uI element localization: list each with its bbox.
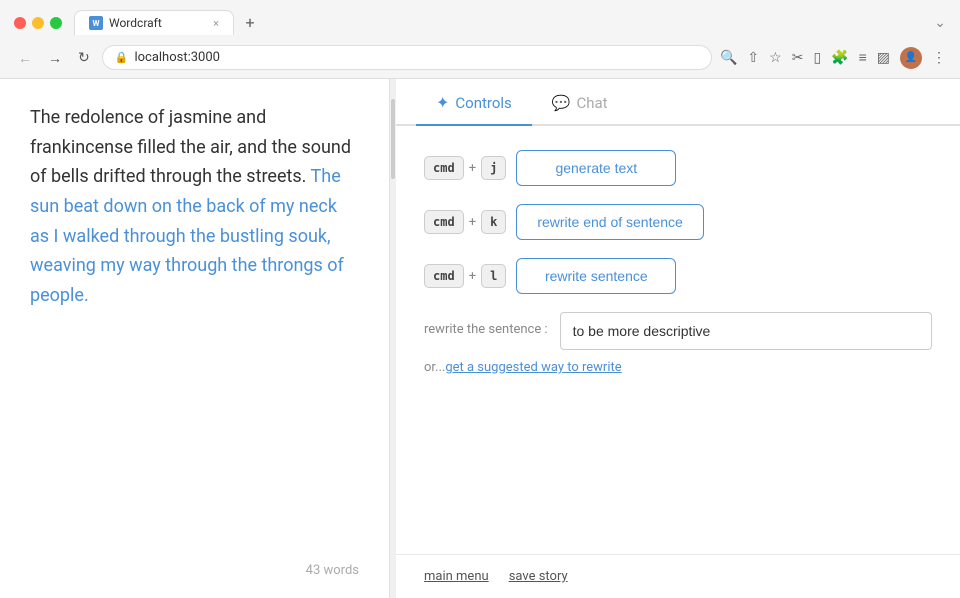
controls-body: cmd + j generate text cmd + k rewrite en… [396, 126, 960, 554]
extensions-icon[interactable]: 🧩 [831, 50, 848, 66]
nav-bar: ← → ↻ 🔒 localhost:3000 🔍 ⇧ ☆ ✂ ▯ 🧩 ≡ ▨ 👤… [0, 41, 960, 78]
main-menu-link[interactable]: main menu [424, 569, 489, 584]
window-controls: ⌄ [934, 15, 946, 31]
word-count: 43 words [30, 563, 359, 578]
generate-text-button[interactable]: generate text [516, 150, 676, 186]
close-button[interactable] [14, 17, 26, 29]
shortcut-rewrite: cmd + l [424, 264, 506, 288]
forward-button[interactable]: → [44, 48, 66, 68]
traffic-lights [14, 17, 62, 29]
tab-title: Wordcraft [109, 16, 162, 30]
suggested-prefix: or... [424, 360, 445, 375]
maximize-button[interactable] [50, 17, 62, 29]
shortcut-rewrite-end: cmd + k [424, 210, 506, 234]
command-row-rewrite-end: cmd + k rewrite end of sentence [424, 204, 932, 240]
lock-icon: 🔒 [115, 51, 129, 64]
save-story-link[interactable]: save story [509, 569, 568, 584]
address-bar[interactable]: 🔒 localhost:3000 [102, 45, 712, 70]
command-row-generate: cmd + j generate text [424, 150, 932, 186]
sidebar-icon[interactable]: ▨ [877, 50, 890, 66]
browser-icons: 🔍 ⇧ ☆ ✂ ▯ 🧩 ≡ ▨ 👤 ⋮ [720, 47, 946, 69]
sparkle-icon: ✦ [436, 93, 449, 112]
new-tab-button[interactable]: + [238, 11, 262, 35]
shortcut-generate: cmd + j [424, 156, 506, 180]
reading-list-icon[interactable]: ≡ [859, 49, 867, 66]
editor-text-normal: The redolence of jasmine and frankincens… [30, 107, 351, 187]
tab-bar: W Wordcraft × + [74, 10, 926, 35]
address-text: localhost:3000 [134, 50, 220, 65]
more-options-button[interactable]: ⋮ [932, 50, 946, 66]
editor-text[interactable]: The redolence of jasmine and frankincens… [30, 103, 359, 551]
refresh-button[interactable]: ↻ [74, 47, 94, 68]
controls-panel: ✦ Controls 💬 Chat cmd + j generate text [396, 79, 960, 598]
suggested-link-row: or...get a suggested way to rewrite [424, 360, 932, 375]
tab-controls-label: Controls [455, 94, 511, 112]
chat-icon: 💬 [552, 94, 571, 112]
rewrite-end-button[interactable]: rewrite end of sentence [516, 204, 704, 240]
back-button[interactable]: ← [14, 48, 36, 68]
bookmark-icon[interactable]: ☆ [769, 50, 782, 66]
rewrite-sentence-button[interactable]: rewrite sentence [516, 258, 676, 294]
rewrite-label: rewrite the sentence : [424, 312, 548, 337]
plus-generate: + [469, 161, 476, 176]
key-generate: j [481, 156, 506, 180]
panel-footer: main menu save story [396, 554, 960, 598]
command-row-rewrite: cmd + l rewrite sentence [424, 258, 932, 294]
cut-icon[interactable]: ✂ [792, 50, 804, 66]
minimize-button[interactable] [32, 17, 44, 29]
browser-chrome: W Wordcraft × + ⌄ ← → ↻ 🔒 localhost:3000… [0, 0, 960, 79]
modifier-key-rewrite: cmd [424, 264, 464, 288]
plus-rewrite: + [469, 269, 476, 284]
panel-tabs: ✦ Controls 💬 Chat [396, 79, 960, 126]
rewrite-input[interactable]: to be more descriptive [560, 312, 932, 350]
editor-panel: The redolence of jasmine and frankincens… [0, 79, 390, 598]
profile-avatar[interactable]: 👤 [900, 47, 922, 69]
window-chevron-icon[interactable]: ⌄ [934, 15, 946, 31]
tab-favicon: W [89, 16, 103, 30]
tab-chat[interactable]: 💬 Chat [532, 80, 628, 126]
modifier-key-rewrite-end: cmd [424, 210, 464, 234]
app-content: The redolence of jasmine and frankincens… [0, 79, 960, 598]
plus-rewrite-end: + [469, 215, 476, 230]
modifier-key-generate: cmd [424, 156, 464, 180]
share-icon[interactable]: ⇧ [747, 50, 759, 66]
tab-close-button[interactable]: × [213, 17, 219, 30]
suggested-way-link[interactable]: get a suggested way to rewrite [445, 360, 621, 375]
zoom-icon[interactable]: 🔍 [720, 50, 737, 66]
tab-chat-label: Chat [576, 94, 607, 112]
copy-icon[interactable]: ▯ [813, 50, 821, 66]
rewrite-section: rewrite the sentence : to be more descri… [424, 312, 932, 375]
key-rewrite-end: k [481, 210, 506, 234]
scroll-thumb[interactable] [391, 99, 395, 179]
active-tab[interactable]: W Wordcraft × [74, 10, 234, 35]
tab-controls[interactable]: ✦ Controls [416, 79, 532, 126]
rewrite-input-row: rewrite the sentence : to be more descri… [424, 312, 932, 350]
key-rewrite: l [481, 264, 506, 288]
